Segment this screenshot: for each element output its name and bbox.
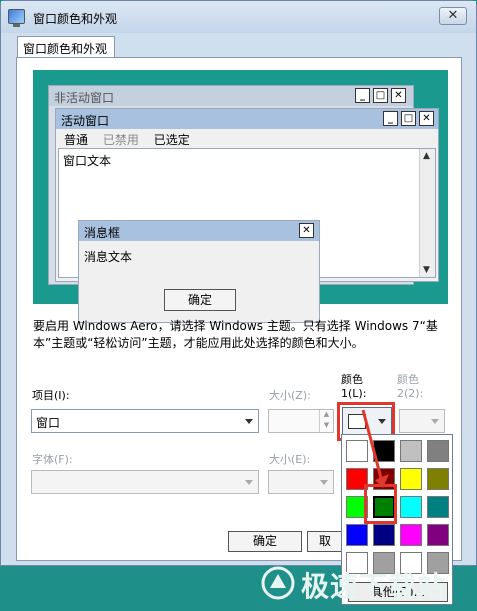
active-title: 活动窗口 — [56, 109, 438, 129]
color-cell[interactable] — [400, 524, 422, 546]
size-e-label: 大小(E): — [269, 453, 311, 466]
tab-window-color[interactable]: 窗口颜色和外观 — [17, 36, 115, 58]
color-cell[interactable] — [346, 524, 368, 546]
color2-label-sub: 2(2): — [397, 387, 424, 400]
ok-button[interactable]: 确定 — [228, 531, 302, 552]
watermark-logo — [261, 566, 295, 600]
minimize-icon: _ — [383, 111, 398, 126]
color-cell[interactable] — [400, 440, 422, 462]
item-select[interactable]: 窗口 — [31, 409, 259, 433]
item-label: 项目(I): — [32, 389, 70, 402]
font-label: 字体(F): — [32, 453, 73, 466]
preview-area[interactable]: 非活动窗口 _ □ ✕ 活动窗口 _ □ ✕ 普通 已禁用 已选定 窗口文本 ▲ — [33, 70, 448, 323]
scrollbar[interactable]: ▲ ▼ — [419, 149, 435, 277]
maximize-icon: □ — [373, 88, 388, 103]
font-select[interactable] — [31, 470, 259, 494]
msgbox-text: 消息文本 — [84, 250, 133, 264]
scroll-down-icon[interactable]: ▼ — [423, 265, 430, 275]
red-arrow-icon — [361, 409, 389, 488]
color-cell[interactable] — [373, 524, 395, 546]
spin-down-icon[interactable]: ▼ — [319, 421, 333, 432]
preview-menu: 普通 已禁用 已选定 — [56, 129, 438, 148]
menu-normal[interactable]: 普通 — [64, 133, 88, 147]
selection-highlight — [364, 484, 397, 524]
spin-up-icon[interactable]: ▲ — [319, 410, 333, 421]
close-icon: ✕ — [419, 111, 434, 126]
color-cell[interactable] — [427, 524, 449, 546]
message-box-preview[interactable]: 消息框 ✕ 消息文本 确定 — [78, 220, 320, 323]
title-bar: 窗口颜色和外观 ✕ — [1, 1, 476, 33]
chevron-down-icon — [431, 419, 439, 424]
size-e-select[interactable] — [268, 470, 334, 494]
close-button[interactable]: ✕ — [439, 7, 467, 25]
cancel-button[interactable]: 取 — [307, 531, 343, 552]
preview-ok-button[interactable]: 确定 — [164, 289, 236, 311]
maximize-icon: □ — [401, 111, 416, 126]
window-text: 窗口文本 — [63, 154, 112, 168]
menu-disabled[interactable]: 已禁用 — [103, 133, 139, 147]
color-cell[interactable] — [400, 496, 422, 518]
msgbox-title: 消息框 — [79, 221, 319, 241]
color2-label: 颜色 — [397, 373, 419, 386]
size-z-label: 大小(Z): — [269, 389, 311, 402]
window-title: 窗口颜色和外观 — [33, 12, 118, 26]
color-cell[interactable] — [427, 440, 449, 462]
color2-button[interactable] — [399, 409, 445, 433]
size-z-spinner[interactable]: ▲ ▼ — [268, 409, 334, 433]
menu-selected[interactable]: 已选定 — [154, 133, 190, 147]
close-icon: ✕ — [391, 88, 406, 103]
color-cell[interactable] — [427, 496, 449, 518]
monitor-icon — [8, 9, 25, 27]
minimize-icon: _ — [355, 88, 370, 103]
color-cell[interactable] — [427, 468, 449, 490]
color-cell[interactable] — [400, 468, 422, 490]
description: 要启用 Windows Aero，请选择 Windows 主题。只有选择 Win… — [33, 319, 438, 350]
watermark-text: 极速下载站 — [301, 570, 447, 603]
item-value: 窗口 — [36, 416, 61, 430]
chevron-down-icon — [245, 480, 253, 485]
scroll-up-icon[interactable]: ▲ — [423, 151, 430, 161]
close-icon: ✕ — [299, 223, 314, 238]
chevron-down-icon — [245, 419, 253, 424]
chevron-down-icon — [320, 480, 328, 485]
